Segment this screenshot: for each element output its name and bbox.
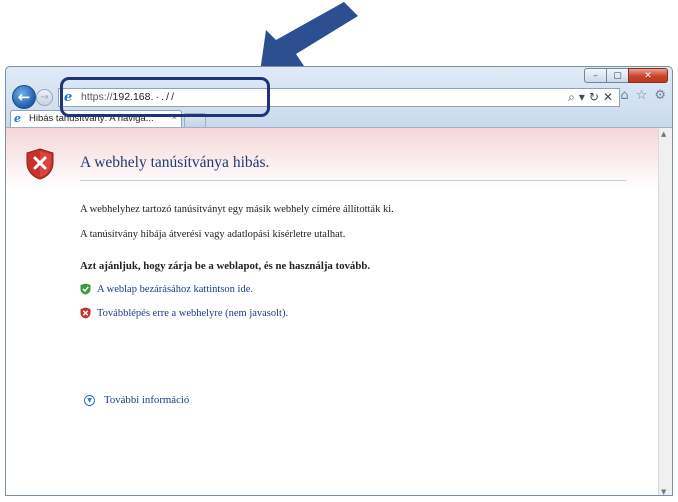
more-info-toggle[interactable]: ▼ További információ: [84, 394, 189, 406]
more-info-label[interactable]: További információ: [104, 394, 189, 406]
close-page-link-text[interactable]: A weblap bezárásához kattintson ide.: [97, 284, 253, 295]
green-shield-icon: [80, 283, 91, 295]
close-button[interactable]: ✕: [628, 68, 668, 83]
red-shield-icon: [80, 307, 91, 319]
window-controls: – ▢ ✕: [584, 68, 668, 83]
title-divider: [80, 180, 626, 181]
explanation-text-2: A tanúsítvány hibája átverési vagy adatl…: [80, 229, 346, 240]
recommendation-text: Azt ajánljuk, hogy zárja be a weblapot, …: [80, 260, 371, 272]
forward-button[interactable]: →: [36, 89, 53, 106]
back-button[interactable]: ←: [12, 85, 36, 109]
expand-icon: ▼: [84, 394, 95, 406]
maximize-button[interactable]: ▢: [606, 68, 628, 83]
error-shield-icon: [26, 148, 54, 180]
continue-link-text[interactable]: Továbblépés erre a webhelyre (nem javaso…: [97, 308, 288, 319]
gear-icon[interactable]: ⚙: [654, 88, 666, 103]
search-icon[interactable]: ⌕: [568, 90, 575, 105]
vertical-scrollbar[interactable]: ▲ ▼: [658, 128, 672, 495]
refresh-icon[interactable]: ↻: [589, 90, 599, 105]
favorites-star-icon[interactable]: ☆: [636, 88, 648, 103]
ie-tab-icon: e: [14, 112, 21, 125]
home-icon[interactable]: ⌂: [620, 88, 628, 103]
scroll-down-arrow-icon[interactable]: ▼: [661, 488, 666, 495]
address-bar-highlight: [60, 77, 270, 117]
scroll-up-arrow-icon[interactable]: ▲: [661, 130, 666, 138]
toolbar-icons: ⌂ ☆ ⚙: [620, 88, 666, 103]
page-content: A webhely tanúsítványa hibás. A webhelyh…: [6, 127, 672, 495]
explanation-text-1: A webhelyhez tartozó tanúsítványt egy má…: [80, 204, 394, 215]
minimize-button[interactable]: –: [584, 68, 606, 83]
address-tools: ⌕ ▾ ↻ ✕: [568, 90, 613, 105]
stop-icon[interactable]: ✕: [603, 90, 613, 105]
browser-window: – ▢ ✕ ← → e https://192.168. · . / / ⌕ ▾…: [5, 66, 673, 496]
close-page-link[interactable]: A weblap bezárásához kattintson ide.: [80, 283, 253, 295]
continue-link[interactable]: Továbblépés erre a webhelyre (nem javaso…: [80, 307, 288, 319]
page-title: A webhely tanúsítványa hibás.: [80, 154, 270, 171]
dropdown-icon[interactable]: ▾: [579, 90, 585, 105]
